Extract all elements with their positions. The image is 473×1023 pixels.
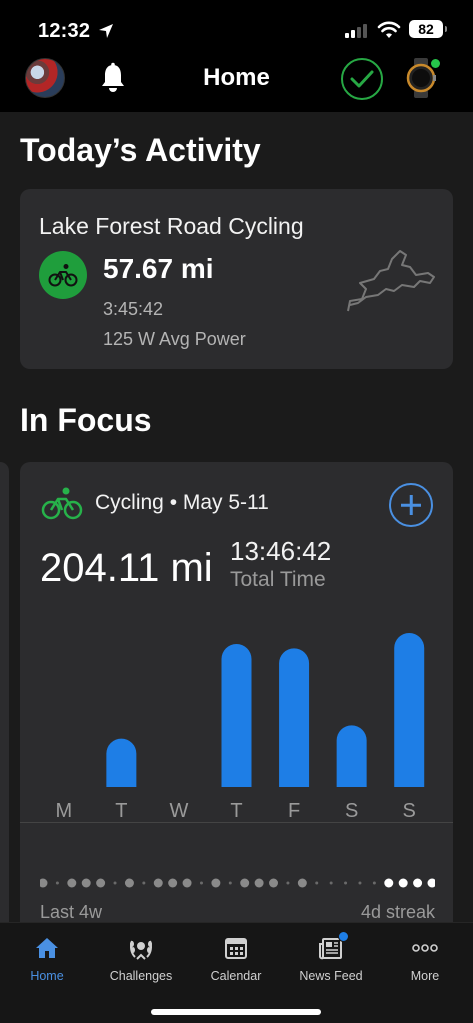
chart-tick-label: T <box>230 800 242 822</box>
streak-labels: Last 4w 4d streak <box>40 902 435 922</box>
tab-home[interactable]: Home <box>0 933 94 983</box>
streak-period-label: Last 4w <box>40 902 103 922</box>
today-activity-card[interactable]: Lake Forest Road Cycling 57.67 mi 3:45:4… <box>20 189 453 369</box>
laurel-icon <box>130 940 152 960</box>
device-watch-button[interactable] <box>404 58 440 98</box>
cellular-signal-icon <box>345 24 367 38</box>
chart-bar <box>221 644 252 787</box>
streak-dot <box>358 881 362 885</box>
streak-dot <box>344 881 348 885</box>
streak-dot <box>40 878 48 888</box>
calendar-icon <box>225 938 247 959</box>
previous-focus-card[interactable] <box>0 462 9 922</box>
streak-dot <box>55 881 59 885</box>
streak-dot <box>240 878 250 888</box>
wifi-icon <box>377 21 401 38</box>
tab-label: Calendar <box>210 969 262 983</box>
tab-label: Challenges <box>109 969 173 983</box>
streak-dot <box>315 881 319 885</box>
focus-header: Cycling • May 5-11 <box>41 486 269 520</box>
bottom-tab-bar: Home Challenges Calendar News Feed More <box>0 922 473 1023</box>
more-icon <box>412 944 438 952</box>
chart-tick-label: S <box>345 800 358 822</box>
tab-label: News Feed <box>299 969 363 983</box>
streak-dot <box>96 878 106 888</box>
status-time: 12:32 <box>38 20 91 42</box>
home-scroll-content[interactable]: Today’s Activity Lake Forest Road Cyclin… <box>0 112 473 922</box>
streak-count-label: 4d streak <box>360 902 435 922</box>
divider <box>20 822 453 823</box>
streak-dot <box>228 881 232 885</box>
home-icon <box>36 938 58 958</box>
streak-dot <box>199 881 203 885</box>
add-button[interactable] <box>389 483 433 527</box>
focus-card-cycling[interactable]: Cycling • May 5-11 204.11 mi 13:46:42 To… <box>20 462 453 922</box>
top-navigation: Home <box>0 56 473 112</box>
chart-tick-label: M <box>55 800 72 822</box>
streak-dot <box>182 878 192 888</box>
section-title-focus: In Focus <box>20 402 152 438</box>
sync-status-button[interactable] <box>341 58 383 100</box>
streak-dot <box>254 878 264 888</box>
focus-total-time: 13:46:42 <box>230 536 332 566</box>
streak-dot <box>413 878 423 888</box>
tab-more[interactable]: More <box>378 933 472 983</box>
streak-dots <box>40 878 435 888</box>
chart-tick-label: S <box>403 800 416 822</box>
chart-tick-label: W <box>169 800 188 822</box>
tab-challenges[interactable]: Challenges <box>94 933 188 983</box>
location-arrow-icon <box>99 24 113 38</box>
tab-news-feed[interactable]: News Feed <box>284 931 378 983</box>
streak-dot <box>269 878 279 888</box>
battery-indicator: 82 <box>409 20 447 38</box>
focus-total-time-label: Total Time <box>230 568 326 591</box>
chart-tick-label: F <box>288 800 300 822</box>
chart-bar <box>336 725 367 787</box>
streak-dot <box>372 881 376 885</box>
cycling-icon <box>41 487 83 520</box>
streak-dot <box>142 881 146 885</box>
checkmark-icon <box>350 70 374 88</box>
streak-dot <box>329 881 333 885</box>
home-indicator <box>151 1009 321 1015</box>
streak-dot <box>286 881 290 885</box>
focus-label: Cycling • May 5-11 <box>95 491 269 514</box>
chart-bar <box>279 648 310 787</box>
page-title: Home <box>203 64 270 91</box>
streak-dot <box>398 878 408 888</box>
streak-dot <box>81 878 91 888</box>
status-bar: 12:32 82 <box>0 0 473 56</box>
section-title-today: Today’s Activity <box>20 132 261 168</box>
streak-dot <box>427 878 435 888</box>
notification-badge <box>338 931 349 942</box>
activity-distance: 57.67 mi <box>103 253 214 284</box>
tab-calendar[interactable]: Calendar <box>189 933 283 983</box>
streak-dot <box>297 878 307 888</box>
chart-bar <box>394 633 425 787</box>
streak-dot <box>113 881 117 885</box>
chart-bar <box>106 738 137 787</box>
streak-dot <box>168 878 178 888</box>
focus-distance: 204.11 mi <box>40 546 213 590</box>
tab-label: More <box>410 969 440 983</box>
streak-dot <box>67 878 77 888</box>
streak-dot <box>124 878 134 888</box>
streak-dot <box>211 878 221 888</box>
activity-duration: 3:45:42 <box>103 299 164 319</box>
streak-dot <box>384 878 394 888</box>
tab-label: Home <box>30 969 64 983</box>
route-map-thumbnail <box>347 250 435 312</box>
chart-tick-label: T <box>115 800 127 822</box>
activity-avg-power: 125 W Avg Power <box>103 329 246 349</box>
streak-dot <box>153 878 163 888</box>
connected-indicator <box>431 59 440 68</box>
activity-name: Lake Forest Road Cycling <box>39 213 304 239</box>
cycling-icon <box>39 251 87 299</box>
